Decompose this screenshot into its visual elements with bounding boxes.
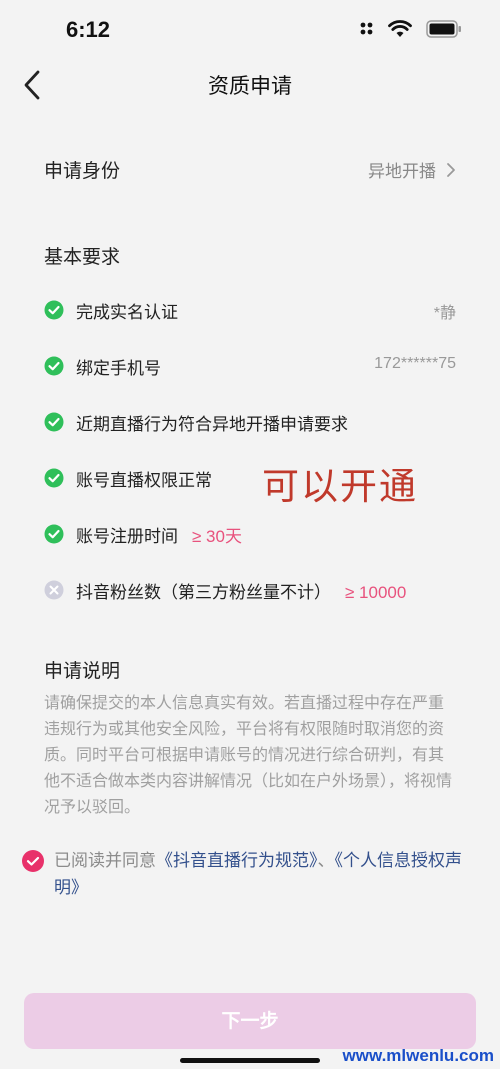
battery-icon [426, 20, 461, 38]
requirement-value: 172******75 [374, 355, 456, 372]
watermark-text: www.mlwenlu.com [342, 1046, 494, 1065]
requirement-label-text: 抖音粉丝数（第三方粉丝量不计） [76, 583, 331, 603]
check-circle-icon [44, 412, 64, 432]
identity-label: 申请身份 [44, 160, 121, 182]
next-step-button[interactable]: 下一步 [24, 993, 476, 1049]
behavior-rules-link[interactable]: 《抖音直播行为规范》 [156, 851, 318, 871]
identity-row[interactable]: 申请身份 异地开播 [0, 150, 500, 190]
requirement-item: 抖音粉丝数（第三方粉丝量不计） ≥ 10000 [0, 574, 500, 606]
check-circle-icon [44, 468, 64, 488]
unmet-x-circle-icon [44, 580, 64, 600]
requirement-label: 近期直播行为符合异地开播申请要求 [76, 415, 348, 435]
basic-section-title: 基本要求 [44, 246, 121, 268]
requirement-item: 账号直播权限正常 [0, 462, 500, 494]
requirement-label: 账号注册时间 ≥ 30天 [76, 522, 242, 547]
requirement-item: 账号注册时间 ≥ 30天 [0, 518, 500, 550]
agreement-checkbox[interactable] [22, 850, 44, 872]
requirement-item: 近期直播行为符合异地开播申请要求 [0, 406, 500, 438]
requirement-item: 绑定手机号 172******75 [0, 350, 500, 382]
page-title: 资质申请 [208, 74, 292, 98]
status-bar: 6:12 [0, 0, 500, 60]
check-circle-icon [44, 524, 64, 544]
agreement-prefix: 已阅读并同意 [54, 851, 156, 871]
requirement-value: *静 [433, 305, 456, 322]
requirement-label: 账号直播权限正常 [76, 471, 212, 491]
identity-value-text: 异地开播 [368, 162, 436, 182]
annotation-overlay-text: 可以开通 [262, 465, 418, 508]
requirement-label: 完成实名认证 [76, 303, 178, 323]
explain-section-title: 申请说明 [44, 660, 121, 682]
requirement-item: 完成实名认证 *静 [0, 294, 500, 326]
requirement-threshold: ≥ 10000 [345, 583, 407, 602]
requirement-label: 抖音粉丝数（第三方粉丝量不计） ≥ 10000 [76, 578, 406, 603]
chevron-right-icon [447, 162, 455, 177]
signal-icon [360, 22, 373, 35]
status-time: 6:12 [66, 17, 111, 42]
agreement-text: 已阅读并同意《抖音直播行为规范》、《个人信息授权声明》 [54, 848, 484, 902]
check-circle-icon [44, 356, 64, 376]
nav-bar: 资质申请 [0, 60, 500, 110]
agreement-separator: 、 [317, 851, 335, 871]
wifi-icon [388, 20, 412, 37]
requirement-label-text: 账号注册时间 [76, 527, 178, 547]
requirement-label: 绑定手机号 [76, 359, 161, 379]
home-indicator [180, 1058, 320, 1063]
checkmark-icon [26, 856, 40, 866]
check-circle-icon [44, 300, 64, 320]
requirement-threshold: ≥ 30天 [192, 527, 242, 546]
identity-value[interactable]: 异地开播 [368, 157, 456, 182]
explain-text: 请确保提交的本人信息真实有效。若直播过程中存在严重违规行为或其他安全风险，平台将… [44, 693, 453, 816]
status-icons [360, 20, 462, 38]
